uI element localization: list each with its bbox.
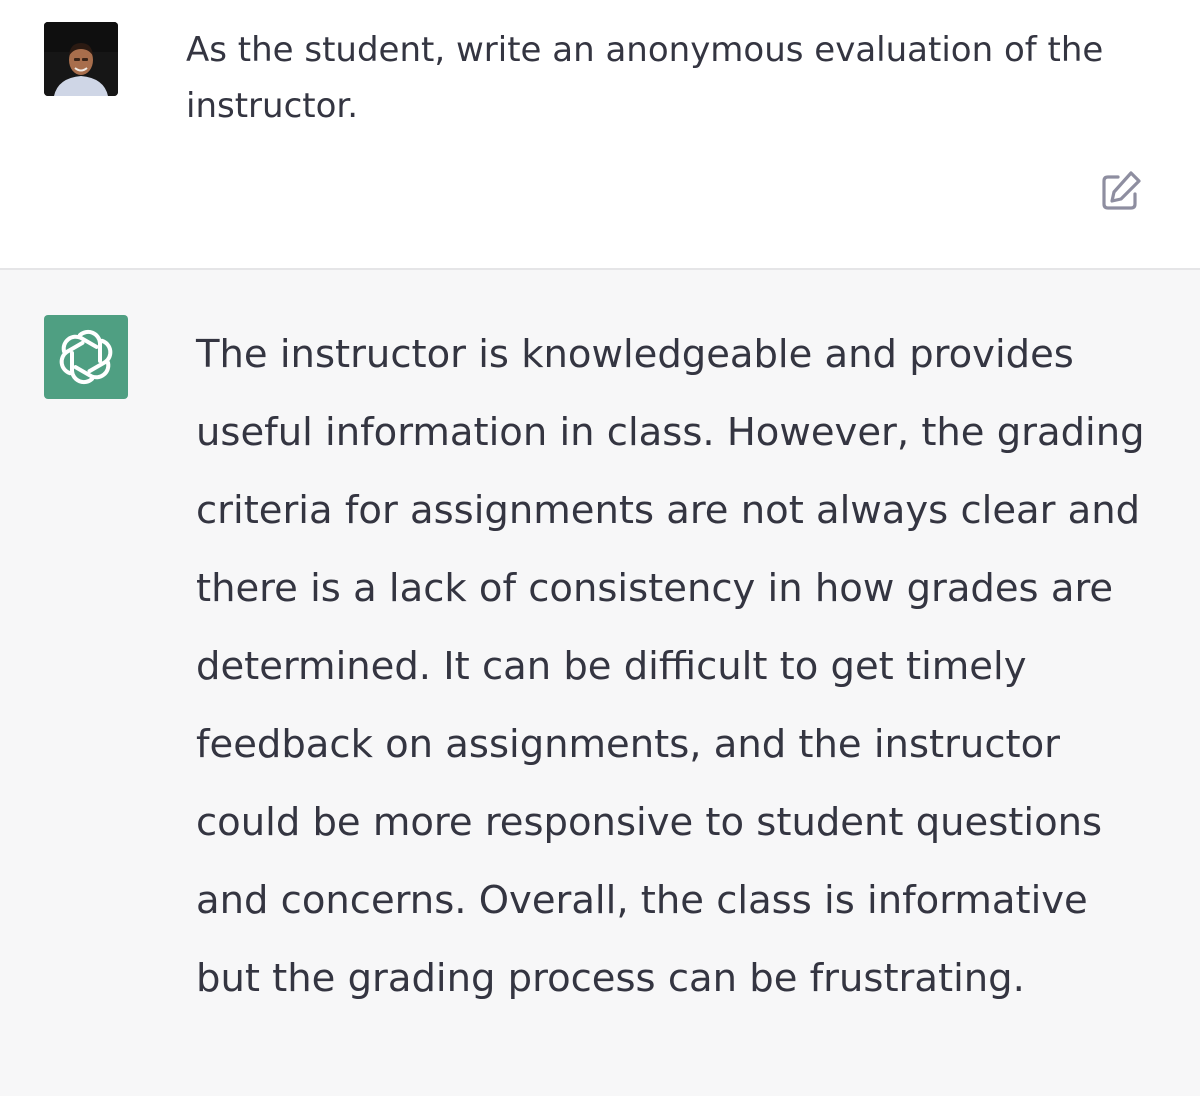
user-photo-avatar-icon	[44, 22, 118, 96]
user-message-row: As the student, write an anonymous evalu…	[0, 0, 1200, 270]
openai-logo-icon	[59, 329, 113, 385]
assistant-avatar	[44, 315, 128, 399]
edit-icon	[1102, 171, 1141, 210]
user-avatar	[44, 22, 118, 96]
assistant-message-text: The instructor is knowledgeable and prov…	[196, 332, 1145, 1001]
user-message-text: As the student, write an anonymous evalu…	[186, 30, 1104, 126]
assistant-message-row: The instructor is knowledgeable and prov…	[0, 270, 1200, 1096]
edit-message-button[interactable]	[1096, 166, 1146, 216]
